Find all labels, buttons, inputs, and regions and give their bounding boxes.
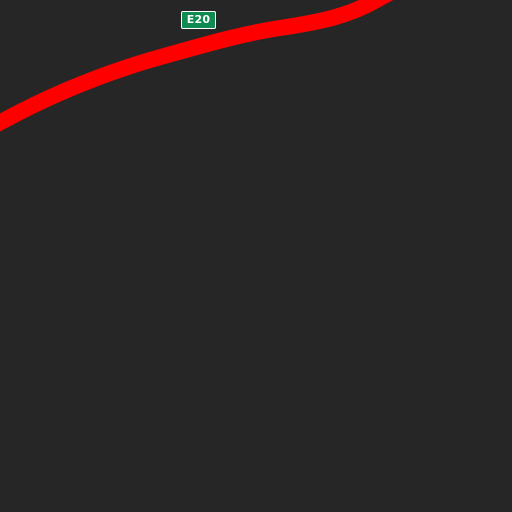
map-layer bbox=[0, 0, 394, 132]
route-shield-e20: E20 bbox=[181, 11, 216, 29]
map-canvas[interactable]: E20 bbox=[0, 0, 512, 512]
